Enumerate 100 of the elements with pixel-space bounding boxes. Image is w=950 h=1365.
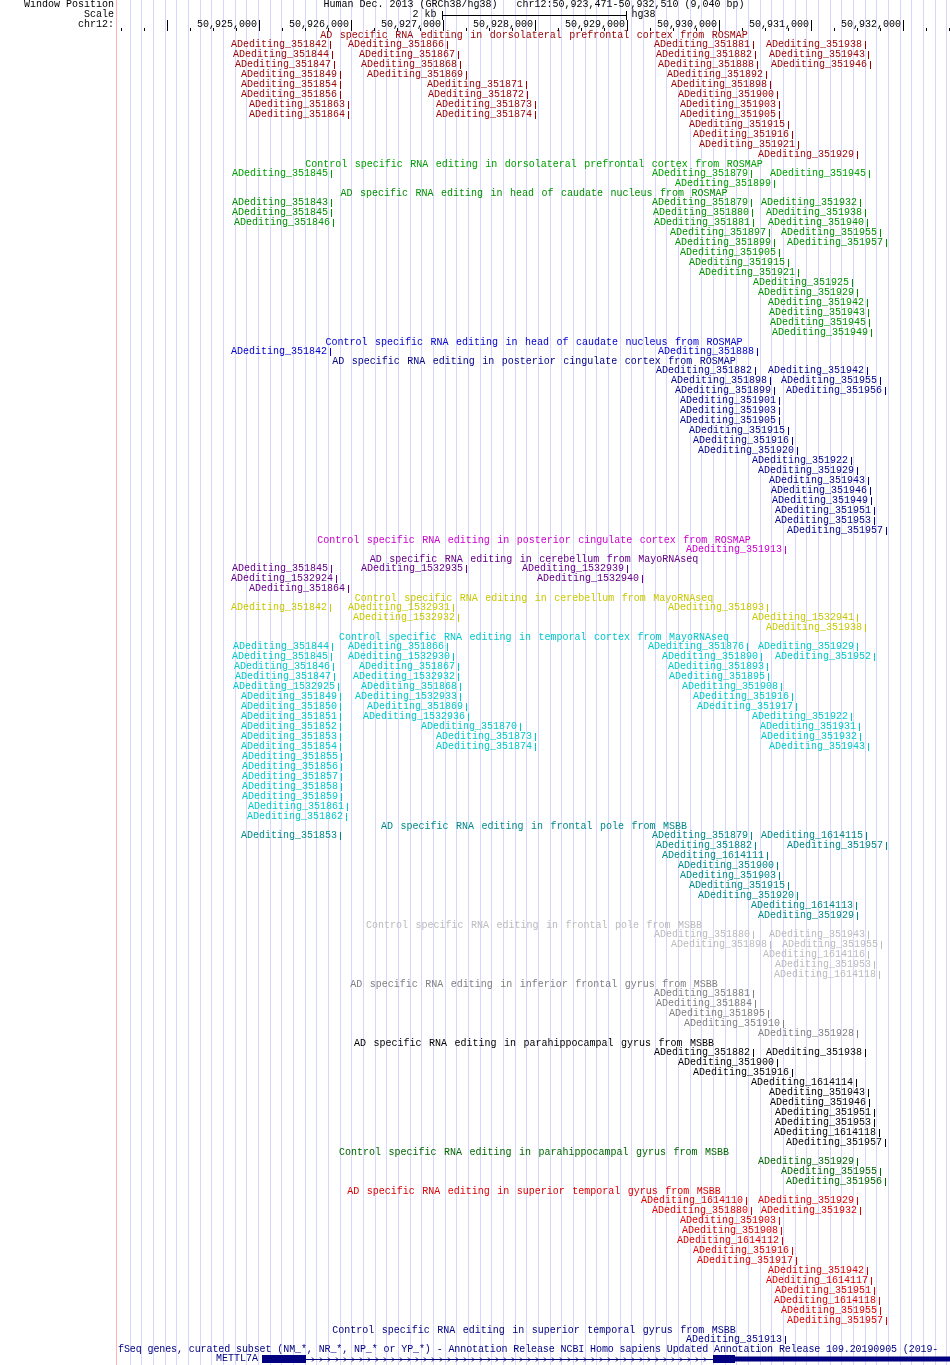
- editing-site-item[interactable]: ADediting_351915: [689, 120, 789, 130]
- editing-site-item[interactable]: ADediting_351957: [787, 841, 887, 851]
- editing-site-item[interactable]: ADediting_351874: [436, 110, 536, 120]
- editing-site-item[interactable]: ADediting_351920: [698, 891, 798, 901]
- editing-site-item[interactable]: ADediting_351888: [658, 60, 758, 70]
- editing-site-item[interactable]: ADediting_1532940: [536, 574, 643, 584]
- editing-site-item[interactable]: ADediting_351955: [781, 376, 881, 386]
- editing-site-item[interactable]: ADediting_351951: [775, 1108, 875, 1118]
- editing-site-item[interactable]: ADediting_351845: [232, 169, 332, 179]
- editing-site-item[interactable]: ADediting_351872: [428, 90, 528, 100]
- editing-site-item[interactable]: ADediting_351866: [348, 40, 448, 50]
- editing-site-item[interactable]: ADediting_351903: [680, 1216, 780, 1226]
- editing-site-item[interactable]: ADediting_351929: [758, 1196, 858, 1206]
- editing-site-item[interactable]: ADediting_1614115: [760, 831, 867, 841]
- editing-site-item[interactable]: ADediting_351910: [684, 1019, 784, 1029]
- editing-site-item[interactable]: ADediting_351880: [652, 1206, 752, 1216]
- editing-site-item[interactable]: ADediting_351955: [781, 228, 881, 238]
- editing-site-item[interactable]: ADediting_351915: [689, 881, 789, 891]
- editing-site-item[interactable]: ADediting_1614117: [765, 1276, 872, 1286]
- editing-site-item[interactable]: ADediting_351920: [698, 446, 798, 456]
- editing-site-item[interactable]: ADediting_351929: [758, 150, 858, 160]
- editing-site-item[interactable]: ADediting_351957: [787, 1316, 887, 1326]
- editing-site-item[interactable]: ADediting_351913: [686, 545, 786, 555]
- editing-site-item[interactable]: ADediting_351929: [758, 1157, 858, 1167]
- editing-site-item[interactable]: ADediting_351845: [232, 564, 332, 574]
- editing-site-item[interactable]: ADediting_1614118: [773, 1296, 880, 1306]
- editing-site-item[interactable]: ADediting_351938: [766, 208, 866, 218]
- editing-site-item[interactable]: ADediting_351856: [241, 90, 341, 100]
- editing-site-item[interactable]: ADediting_351881: [654, 989, 754, 999]
- editing-site-item[interactable]: ADediting_351842: [231, 40, 331, 50]
- editing-site-item[interactable]: ADediting_351955: [781, 1306, 881, 1316]
- editing-site-item[interactable]: ADediting_351842: [231, 347, 331, 357]
- editing-site-item[interactable]: ADediting_351915: [689, 426, 789, 436]
- editing-site-item[interactable]: ADediting_351943: [769, 1088, 869, 1098]
- editing-site-item[interactable]: ADediting_351942: [768, 366, 868, 376]
- editing-site-item[interactable]: ADediting_351957: [787, 238, 887, 248]
- editing-site-item[interactable]: ADediting_351881: [654, 218, 754, 228]
- editing-site-item[interactable]: ADediting_351880: [653, 208, 753, 218]
- editing-site-item[interactable]: ADediting_351905: [680, 416, 780, 426]
- editing-site-item[interactable]: ADediting_351882: [656, 366, 756, 376]
- editing-site-item[interactable]: ADediting_351942: [768, 298, 868, 308]
- editing-site-item[interactable]: ADediting_351916: [693, 130, 793, 140]
- editing-site-item[interactable]: ADediting_351854: [241, 80, 341, 90]
- editing-site-item[interactable]: ADediting_351869: [367, 70, 467, 80]
- gene-label[interactable]: METTL7A: [216, 1354, 258, 1364]
- editing-site-item[interactable]: ADediting_351882: [656, 841, 756, 851]
- editing-site-item[interactable]: ADediting_351953: [775, 516, 875, 526]
- editing-site-item[interactable]: ADediting_351929: [758, 466, 858, 476]
- editing-site-item[interactable]: ADediting_351942: [768, 1266, 868, 1276]
- editing-site-item[interactable]: ADediting_351884: [656, 999, 756, 1009]
- editing-site-item[interactable]: ADediting_351844: [233, 50, 333, 60]
- editing-site-item[interactable]: ADediting_351899: [675, 238, 775, 248]
- editing-site-item[interactable]: ADediting_351945: [770, 169, 870, 179]
- editing-site-item[interactable]: ADediting_351932: [761, 1206, 861, 1216]
- editing-site-item[interactable]: ADediting_351925: [753, 278, 853, 288]
- editing-site-item[interactable]: ADediting_351943: [769, 50, 869, 60]
- editing-site-item[interactable]: ADediting_1532935: [360, 564, 467, 574]
- editing-site-item[interactable]: ADediting_351882: [654, 1048, 754, 1058]
- editing-site-item[interactable]: ADediting_351846: [234, 218, 334, 228]
- editing-site-item[interactable]: ADediting_351946: [771, 60, 871, 70]
- editing-site-item[interactable]: ADediting_351892: [667, 70, 767, 80]
- editing-site-item[interactable]: ADediting_351843: [232, 198, 332, 208]
- editing-site-item[interactable]: ADediting_351956: [786, 386, 886, 396]
- editing-site-item[interactable]: ADediting_351955: [781, 1167, 881, 1177]
- editing-site-item[interactable]: ADediting_351921: [699, 268, 799, 278]
- editing-site-item[interactable]: ADediting_351949: [772, 328, 872, 338]
- editing-site-item[interactable]: ADediting_351916: [693, 1246, 793, 1256]
- editing-site-item[interactable]: ADediting_351867: [359, 50, 459, 60]
- editing-site-item[interactable]: ADediting_351929: [758, 911, 858, 921]
- editing-site-item[interactable]: ADediting_351940: [768, 218, 868, 228]
- editing-site-item[interactable]: ADediting_351898: [671, 376, 771, 386]
- editing-site-item[interactable]: ADediting_1532924: [230, 574, 337, 584]
- editing-site-item[interactable]: ADediting_1614113: [750, 901, 857, 911]
- editing-site-item[interactable]: ADediting_351873: [436, 100, 536, 110]
- editing-site-item[interactable]: ADediting_351900: [678, 90, 778, 100]
- editing-site-item[interactable]: ADediting_351881: [654, 40, 754, 50]
- editing-site-item[interactable]: ADediting_351879: [652, 831, 752, 841]
- editing-site-item[interactable]: ADediting_351871: [427, 80, 527, 90]
- editing-site-item[interactable]: ADediting_351917: [697, 1256, 797, 1266]
- editing-site-item[interactable]: ADediting_351900: [678, 1058, 778, 1068]
- editing-site-item[interactable]: ADediting_351943: [769, 308, 869, 318]
- editing-site-item[interactable]: ADediting_351922: [752, 456, 852, 466]
- editing-site-item[interactable]: ADediting_351938: [766, 1048, 866, 1058]
- editing-site-item[interactable]: ADediting_351879: [652, 198, 752, 208]
- editing-site-item[interactable]: ADediting_351951: [775, 1286, 875, 1296]
- editing-site-item[interactable]: ADediting_351864: [249, 110, 349, 120]
- editing-site-item[interactable]: ADediting_351913: [686, 1335, 786, 1345]
- editing-site-item[interactable]: ADediting_351957: [786, 1138, 886, 1148]
- editing-site-item[interactable]: ADediting_351853: [241, 831, 341, 841]
- editing-site-item[interactable]: ADediting_351915: [689, 258, 789, 268]
- editing-site-item[interactable]: ADediting_351905: [680, 110, 780, 120]
- editing-site-item[interactable]: ADediting_351897: [670, 228, 770, 238]
- editing-site-item[interactable]: ADediting_351945: [770, 318, 870, 328]
- editing-site-item[interactable]: ADediting_351899: [675, 386, 775, 396]
- editing-site-item[interactable]: ADediting_1614112: [676, 1236, 783, 1246]
- editing-site-item[interactable]: ADediting_351901: [680, 396, 780, 406]
- editing-site-item[interactable]: ADediting_1614114: [750, 1078, 857, 1088]
- editing-site-item[interactable]: ADediting_351951: [775, 506, 875, 516]
- editing-site-item[interactable]: ADediting_351879: [652, 169, 752, 179]
- editing-site-item[interactable]: ADediting_351903: [680, 871, 780, 881]
